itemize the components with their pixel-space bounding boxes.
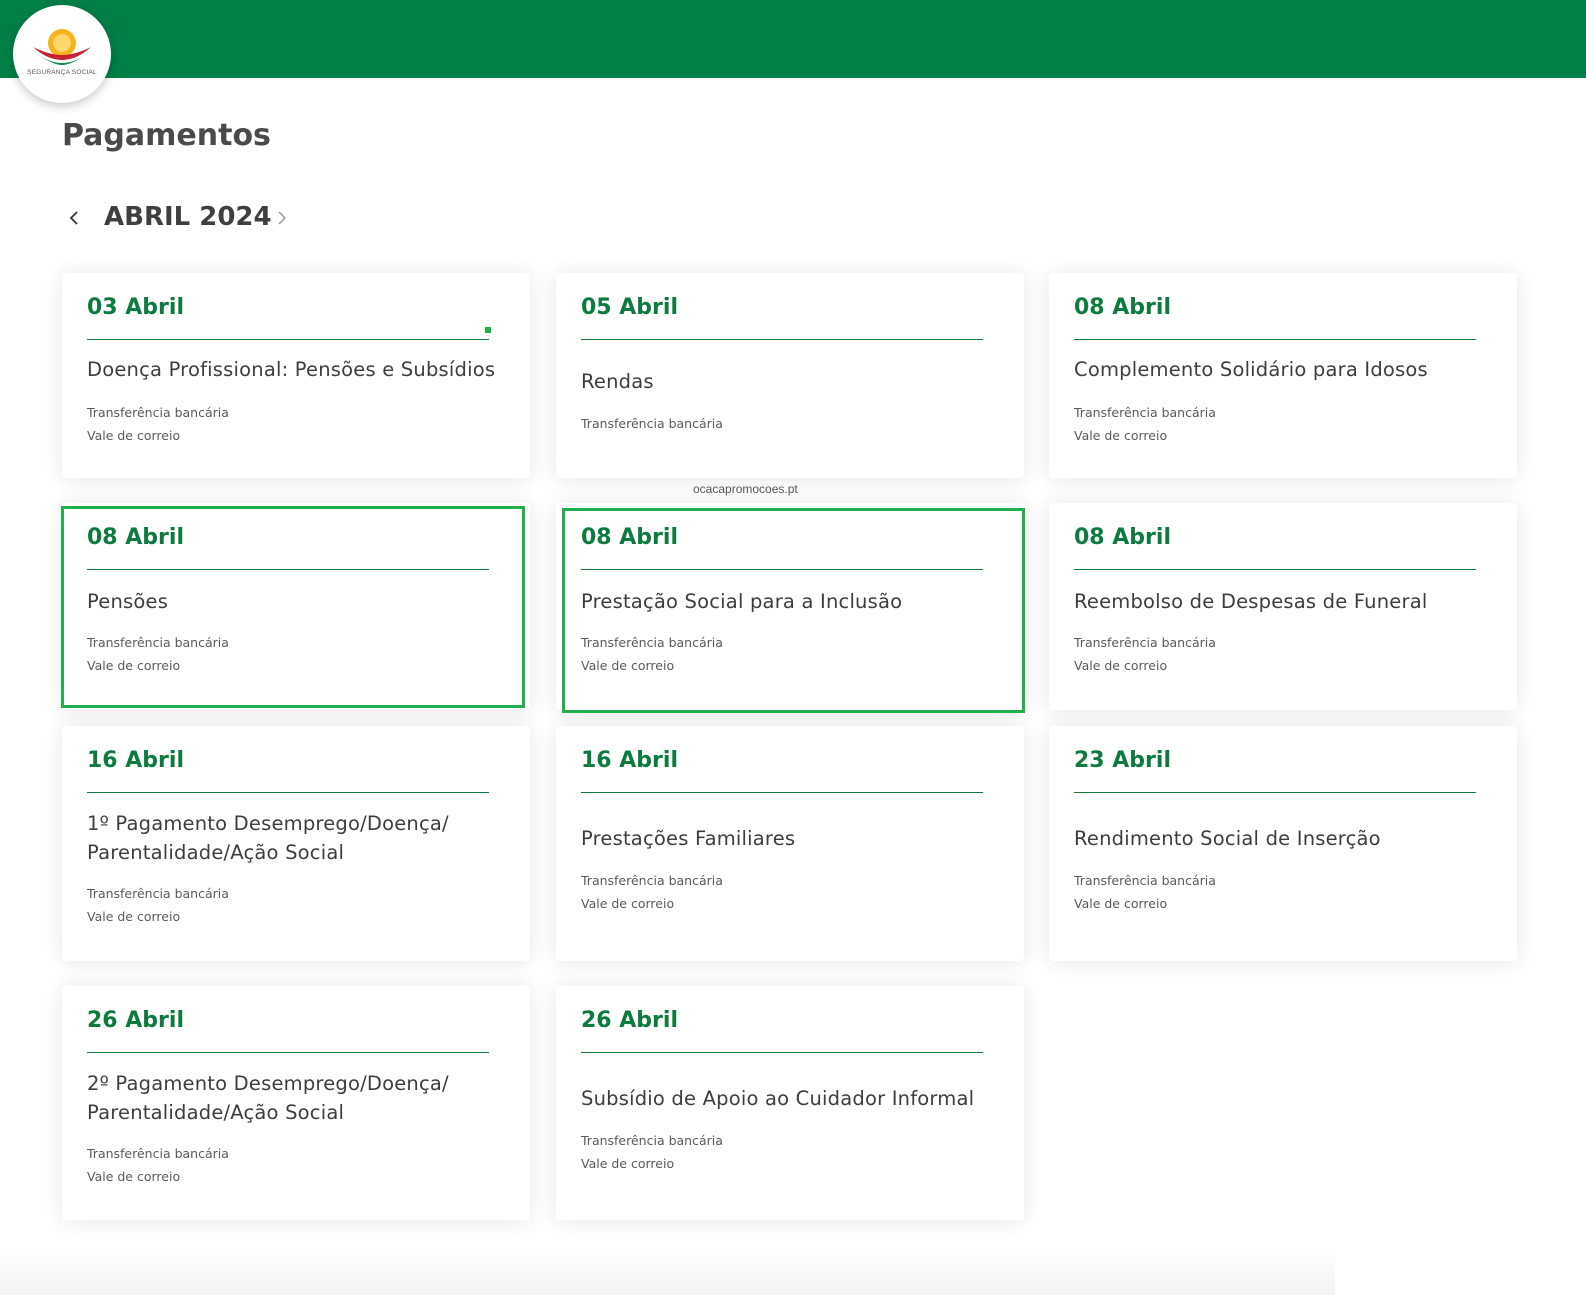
date-divider — [581, 792, 983, 793]
payment-title: Prestação Social para a Inclusão — [581, 590, 903, 613]
payment-card[interactable]: 23 Abril Rendimento Social de Inserção Tra… — [1049, 726, 1517, 961]
date-divider — [87, 792, 489, 793]
payment-method: Vale de correio — [87, 1169, 181, 1184]
payment-method: Vale de correio — [1074, 896, 1168, 911]
payment-method: Vale de correio — [1074, 658, 1168, 673]
date-divider — [1074, 339, 1476, 340]
payment-title: 1º Pagamento Desemprego/Doença/ Parental… — [87, 812, 449, 864]
payment-method: Vale de correio — [581, 658, 675, 673]
payment-card[interactable]: 08 Abril Complemento Solidário para Idoso… — [1049, 273, 1517, 478]
payment-card[interactable]: 03 Abril Doença Profissional: Pensões e S… — [62, 273, 530, 478]
payment-title: Subsídio de Apoio ao Cuidador Informal — [581, 1087, 975, 1110]
date-divider — [87, 1052, 489, 1053]
payment-method: Transferência bancária — [1074, 635, 1216, 650]
payment-method: Vale de correio — [581, 896, 675, 911]
payment-title: Doença Profissional: Pensões e Subsídios — [87, 358, 496, 381]
date-divider — [581, 339, 983, 340]
current-month-label: ABRIL 2024 — [104, 202, 272, 232]
payment-method: Transferência bancária — [581, 635, 723, 650]
payment-card[interactable]: 08 Abril Prestação Social para a Inclusão… — [556, 503, 1024, 710]
page-bottom-fade — [0, 1248, 1335, 1295]
chevron-right-icon[interactable] — [270, 206, 294, 230]
payment-method: Transferência bancária — [581, 416, 723, 431]
payment-card[interactable]: 16 Abril Prestações Familiares Transferênc… — [556, 726, 1024, 961]
payment-date: 08 Abril — [1074, 525, 1171, 550]
payment-date: 05 Abril — [581, 295, 678, 320]
payment-date: 26 Abril — [87, 1008, 184, 1033]
payment-date: 16 Abril — [87, 748, 184, 773]
payment-date: 26 Abril — [581, 1008, 678, 1033]
payment-title: Pensões — [87, 590, 169, 613]
page-title: Pagamentos — [62, 118, 271, 153]
top-bar — [0, 0, 1586, 78]
payment-method: Transferência bancária — [1074, 873, 1216, 888]
payment-method: Transferência bancária — [87, 1146, 229, 1161]
payment-method: Transferência bancária — [581, 1133, 723, 1148]
date-divider — [87, 339, 489, 340]
sun-emblem-icon — [33, 29, 91, 65]
payment-method: Vale de correio — [1074, 428, 1168, 443]
payment-card[interactable]: 05 Abril Rendas Transferência bancária — [556, 273, 1024, 478]
payment-method: Vale de correio — [87, 658, 181, 673]
payment-date: 08 Abril — [1074, 295, 1171, 320]
payment-method: Vale de correio — [87, 428, 181, 443]
payment-title: Rendimento Social de Inserção — [1074, 827, 1381, 850]
payment-card[interactable]: 26 Abril Subsídio de Apoio ao Cuidador In… — [556, 986, 1024, 1220]
payment-method: Transferência bancária — [581, 873, 723, 888]
payment-title: Prestações Familiares — [581, 827, 796, 850]
payment-method: Transferência bancária — [87, 886, 229, 901]
payment-title: Rendas — [581, 370, 654, 393]
seguranca-social-logo[interactable]: SEGURANÇA SOCIAL — [13, 5, 111, 103]
payment-method: Transferência bancária — [87, 405, 229, 420]
payment-date: 08 Abril — [581, 525, 678, 550]
date-divider — [87, 569, 489, 570]
date-divider — [1074, 569, 1476, 570]
marker-dot — [485, 327, 491, 333]
payment-card[interactable]: 26 Abril 2º Pagamento Desemprego/Doença/ … — [62, 986, 530, 1220]
payment-method: Transferência bancária — [87, 635, 229, 650]
payment-title: Complemento Solidário para Idosos — [1074, 358, 1428, 381]
payment-date: 23 Abril — [1074, 748, 1171, 773]
payment-date: 08 Abril — [87, 525, 184, 550]
payment-date: 16 Abril — [581, 748, 678, 773]
chevron-left-icon[interactable] — [62, 206, 86, 230]
payment-method: Vale de correio — [581, 1156, 675, 1171]
logo-text: SEGURANÇA SOCIAL — [27, 69, 97, 76]
payment-title: 2º Pagamento Desemprego/Doença/ Parental… — [87, 1072, 449, 1124]
payment-method: Transferência bancária — [1074, 405, 1216, 420]
date-divider — [1074, 792, 1476, 793]
payment-card[interactable]: 08 Abril Pensões Transferência bancária Val… — [62, 503, 530, 710]
watermark-text: ocacapromocoes.pt — [693, 482, 798, 496]
payment-card[interactable]: 16 Abril 1º Pagamento Desemprego/Doença/ … — [62, 726, 530, 961]
date-divider — [581, 1052, 983, 1053]
payment-card[interactable]: 08 Abril Reembolso de Despesas de Funeral… — [1049, 503, 1517, 710]
payment-method: Vale de correio — [87, 909, 181, 924]
payment-date: 03 Abril — [87, 295, 184, 320]
payment-title: Reembolso de Despesas de Funeral — [1074, 590, 1428, 613]
date-divider — [581, 569, 983, 570]
